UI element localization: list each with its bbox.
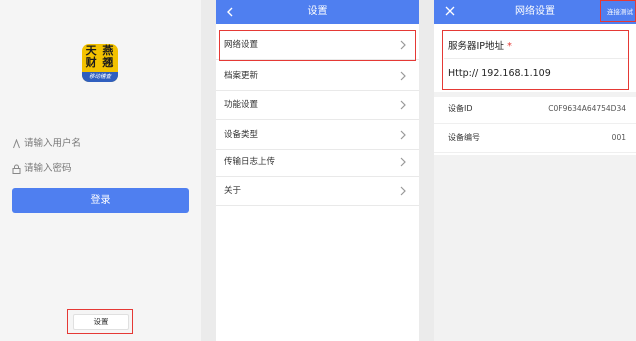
divider (444, 58, 629, 59)
device-id-value: C0F9634A64754D34 (548, 104, 626, 113)
settings-item-label: 设备类型 (224, 130, 259, 140)
logo-band: 移动稽查 (82, 72, 118, 82)
network-header: 网络设置 连接测试 (434, 0, 636, 24)
settings-header: 设置 (216, 0, 419, 24)
lock-icon (12, 164, 21, 174)
empty-area (434, 155, 636, 341)
settings-item-function[interactable]: 功能设置 (216, 90, 419, 120)
settings-item-label: 档案更新 (224, 71, 259, 81)
chevron-right-icon (400, 40, 406, 50)
chevron-right-icon (400, 71, 406, 81)
page-title: 设置 (307, 6, 328, 17)
panel-separator (201, 0, 216, 341)
required-mark: * (507, 41, 512, 52)
server-ip-input[interactable]: Http:// 192.168.1.109 (448, 68, 551, 79)
panel-separator (419, 0, 434, 341)
settings-item-device-type[interactable]: 设备类型 (216, 120, 419, 150)
settings-item-label: 网络设置 (224, 40, 259, 50)
login-button[interactable]: 登录 (12, 188, 189, 213)
chevron-right-icon (400, 100, 406, 110)
device-number-label: 设备编号 (448, 133, 480, 142)
page-title: 网络设置 (515, 6, 555, 17)
settings-item-label: 关于 (224, 186, 242, 196)
login-screen: 天 燕 财 翘 移动稽查 请输入用户名 请输入密码 登录 设置 (0, 0, 201, 341)
device-number-row: 设备编号 001 (434, 123, 636, 153)
app-logo: 天 燕 财 翘 移动稽查 (82, 44, 118, 82)
device-id-label: 设备ID (448, 104, 473, 113)
chevron-right-icon (400, 130, 406, 140)
settings-button[interactable]: 设置 (73, 314, 129, 330)
network-settings-screen: 网络设置 连接测试 服务器IP地址 * Http:// 192.168.1.10… (434, 0, 636, 341)
settings-item-archive[interactable]: 档案更新 (216, 61, 419, 91)
chevron-right-icon (400, 186, 406, 196)
settings-item-about[interactable]: 关于 (216, 176, 419, 206)
username-placeholder: 请输入用户名 (24, 138, 82, 149)
username-field[interactable]: 请输入用户名 (12, 136, 81, 152)
device-id-row: 设备ID C0F9634A64754D34 (434, 94, 636, 124)
settings-item-log-upload[interactable]: 传输日志上传 (216, 147, 419, 177)
chevron-right-icon (400, 157, 406, 167)
connection-test-button[interactable]: 连接测试 (607, 0, 633, 24)
settings-item-label: 功能设置 (224, 100, 259, 110)
device-number-value: 001 (611, 133, 626, 142)
user-icon (13, 139, 20, 149)
password-field[interactable]: 请输入密码 (12, 161, 72, 177)
settings-item-label: 传输日志上传 (224, 157, 276, 167)
settings-item-network[interactable]: 网络设置 (216, 30, 419, 60)
password-placeholder: 请输入密码 (24, 163, 72, 174)
settings-screen: 设置 网络设置 档案更新 功能设置 设备类型 传输日志上传 关于 (216, 0, 419, 341)
logo-text-line2: 财 翘 (85, 56, 115, 69)
server-ip-label: 服务器IP地址 * (448, 41, 512, 52)
